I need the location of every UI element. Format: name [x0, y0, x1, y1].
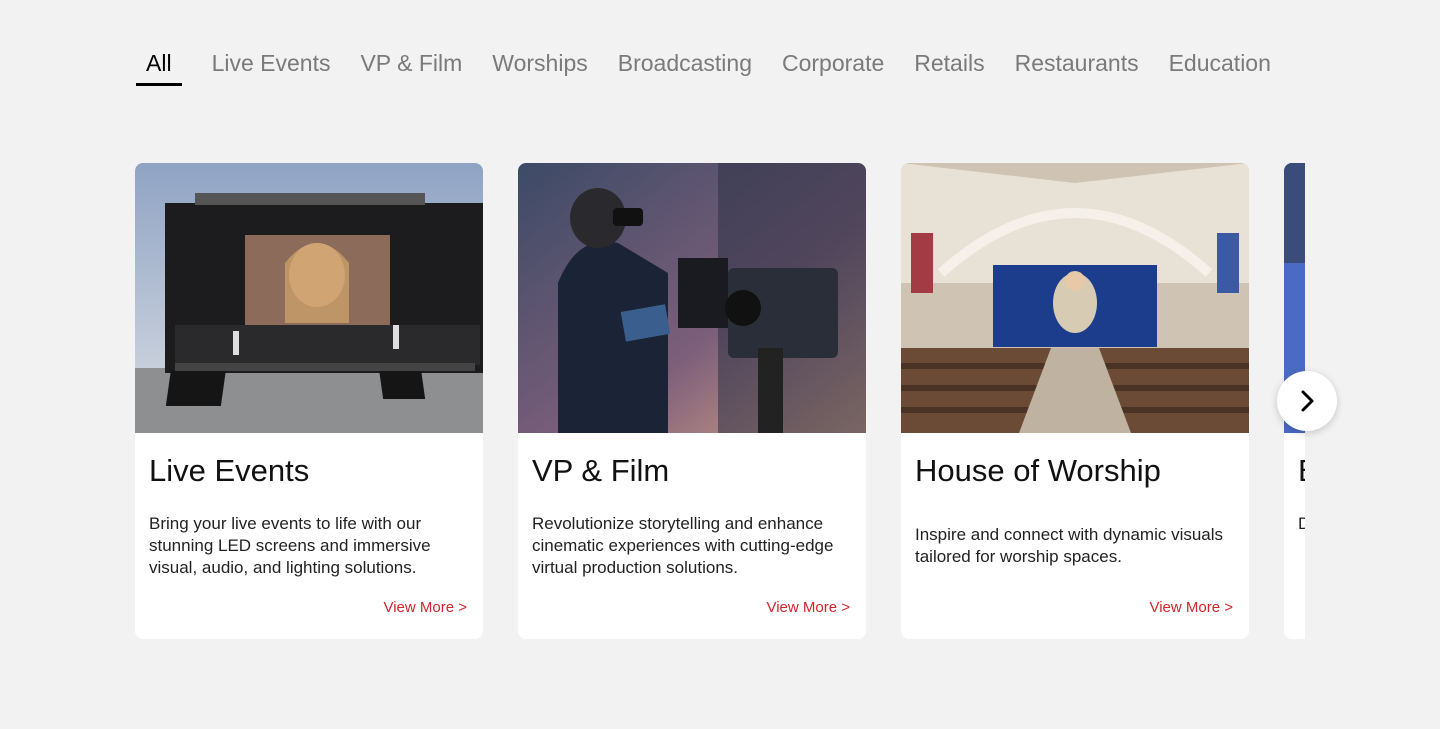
chevron-right-icon: [1301, 390, 1314, 412]
tab-all[interactable]: All: [136, 50, 182, 86]
tab-worships[interactable]: Worships: [492, 50, 587, 86]
vp-film-image: [518, 163, 866, 433]
card-title: VP & Film: [532, 453, 670, 488]
card-live-events[interactable]: Live Events Bring your live events to li…: [135, 163, 483, 639]
tab-retails[interactable]: Retails: [914, 50, 984, 86]
card-title: Live Events: [149, 453, 310, 488]
card-description: Inspire and connect with dynamic visuals…: [915, 525, 1224, 566]
category-tabs: All Live Events VP & Film Worships Broad…: [136, 50, 1271, 86]
card-description: Bring your live events to life with our …: [149, 514, 431, 577]
carousel-track: Live Events Bring your live events to li…: [135, 163, 1305, 639]
card-carousel: Live Events Bring your live events to li…: [135, 163, 1305, 639]
tab-live-events[interactable]: Live Events: [212, 50, 331, 86]
card-title: House of Worship: [915, 453, 1161, 488]
carousel-next-button[interactable]: [1277, 371, 1337, 431]
tab-restaurants[interactable]: Restaurants: [1015, 50, 1139, 86]
card-vp-film[interactable]: VP & Film Revolutionize storytelling and…: [518, 163, 866, 639]
tab-vp-film[interactable]: VP & Film: [360, 50, 462, 86]
card-title: B: [1298, 453, 1305, 489]
view-more-link[interactable]: View More >: [1149, 599, 1233, 616]
view-more-link[interactable]: View More >: [766, 599, 850, 616]
card-house-of-worship[interactable]: House of Worship Inspire and connect wit…: [901, 163, 1249, 639]
tab-education[interactable]: Education: [1169, 50, 1271, 86]
tab-corporate[interactable]: Corporate: [782, 50, 884, 86]
card-description: Revolutionize storytelling and enhance c…: [532, 514, 834, 577]
view-more-link[interactable]: View More >: [383, 599, 467, 616]
tab-broadcasting[interactable]: Broadcasting: [618, 50, 752, 86]
card-description: D c: [1298, 514, 1305, 533]
live-events-image: [135, 163, 483, 433]
worship-image: [901, 163, 1249, 433]
